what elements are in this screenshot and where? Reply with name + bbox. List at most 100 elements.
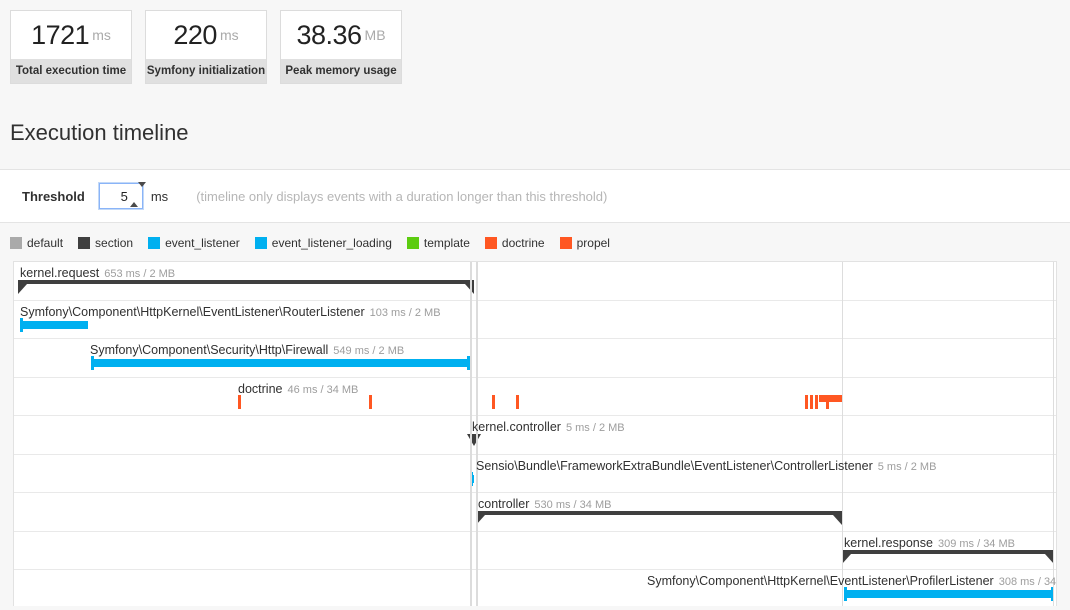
metric-unit: ms <box>219 27 239 43</box>
legend-swatch-icon <box>484 237 497 249</box>
legend-label: section <box>95 236 134 250</box>
metric-label: Symfony initialization <box>146 65 266 77</box>
timeline-row[interactable]: kernel.request 653 ms / 2 MB <box>14 262 1056 301</box>
timeline-row-meta: 5 ms / 2 MB <box>565 422 625 434</box>
timeline-row-name: Symfony\Component\HttpKernel\EventListen… <box>20 304 365 319</box>
metric-value: 38.36 <box>296 19 362 50</box>
timeline-legend: default section event_listener event_lis… <box>0 223 1070 250</box>
timeline-row-label: Symfony\Component\HttpKernel\EventListen… <box>20 305 441 319</box>
legend-swatch-icon <box>148 237 161 249</box>
timeline-doctrine-tick[interactable] <box>810 394 813 409</box>
legend-label: propel <box>576 236 610 250</box>
threshold-field <box>97 182 146 210</box>
timeline-bar-event-listener[interactable] <box>91 356 470 370</box>
metric-value: 220 <box>173 19 217 50</box>
timeline-row-meta: 653 ms / 2 MB <box>104 268 176 280</box>
legend-swatch-icon <box>559 237 572 249</box>
timeline-row-meta: 46 ms / 34 MB <box>287 383 359 396</box>
metric-unit: ms <box>92 27 111 43</box>
timeline-ruler-line <box>842 262 843 606</box>
timeline-row-label: Sensio\Bundle\FrameworkExtraBundle\Event… <box>476 459 936 473</box>
timeline-row-name: Symfony\Component\Security\Http\Firewall <box>90 343 329 357</box>
metric-card-symfony-initialization: 220 ms Symfony initialization <box>145 10 267 84</box>
timeline-doctrine-tick[interactable] <box>369 394 372 409</box>
metric-card-peak-memory-usage: 38.36 MB Peak memory usage <box>280 10 402 84</box>
timeline-row[interactable]: doctrine 46 ms / 34 MB <box>14 378 1056 416</box>
timeline-row-name: Sensio\Bundle\FrameworkExtraBundle\Event… <box>476 458 873 473</box>
legend-item-section: section <box>78 236 133 250</box>
metric-card-total-execution-time: 1721 ms Total execution time <box>10 10 132 84</box>
timeline-doctrine-tick[interactable] <box>826 394 829 409</box>
legend-label: default <box>27 236 64 250</box>
timeline-row-meta: 309 ms / 34 MB <box>937 537 1015 550</box>
execution-timeline[interactable]: kernel.request 653 ms / 2 MB Symfony\Comp… <box>13 261 1057 606</box>
bar-brace-top <box>842 549 1054 554</box>
timeline-row-meta: 530 ms / 34 MB <box>534 499 612 511</box>
bar-brace-top <box>18 280 474 284</box>
bar-endcap-left <box>91 356 94 370</box>
timeline-row[interactable]: Sensio\Bundle\FrameworkExtraBundle\Event… <box>14 455 1056 493</box>
legend-item-event-listener-loading: event_listener_loading <box>254 236 392 250</box>
timeline-bar-section[interactable] <box>842 549 1054 566</box>
page-title: Execution timeline <box>10 120 189 145</box>
bar-cap-left <box>18 284 27 294</box>
threshold-input[interactable] <box>97 182 144 210</box>
timeline-doctrine-tick[interactable] <box>516 394 519 409</box>
metrics-summary: 1721 ms Total execution time 220 ms Symf… <box>0 0 1070 84</box>
timeline-doctrine-tick[interactable] <box>238 394 241 409</box>
timeline-row-label: kernel.request 653 ms / 2 MB <box>20 266 175 280</box>
timeline-doctrine-tick[interactable] <box>492 394 495 409</box>
metric-value-wrap: 1721 ms <box>11 11 131 60</box>
timeline-row-name: controller <box>478 497 530 511</box>
timeline-row[interactable]: Symfony\Component\HttpKernel\EventListen… <box>14 570 1056 606</box>
timeline-row[interactable]: kernel.response 309 ms / 34 MB <box>14 532 1056 570</box>
timeline-bar-section[interactable] <box>466 434 482 450</box>
timeline-row[interactable]: Symfony\Component\Security\Http\Firewall… <box>14 339 1056 378</box>
threshold-toolbar: Threshold ms (timeline only displays eve… <box>0 169 1070 223</box>
timeline-row-meta: 308 ms / 34 MB <box>998 576 1057 588</box>
bar-endcap-left <box>844 587 847 601</box>
legend-label: doctrine <box>501 236 545 250</box>
legend-item-doctrine: doctrine <box>484 236 545 250</box>
timeline-row-name: Symfony\Component\HttpKernel\EventListen… <box>647 574 994 588</box>
legend-label: template <box>423 236 470 250</box>
legend-item-event-listener: event_listener <box>148 236 240 250</box>
timeline-bar-event-listener[interactable] <box>844 587 1054 601</box>
timeline-bar-section[interactable] <box>18 280 474 296</box>
threshold-unit: ms <box>150 188 169 204</box>
legend-swatch-icon <box>254 237 267 249</box>
timeline-row-label: kernel.response 309 ms / 34 MB <box>844 536 1015 550</box>
legend-item-template: template <box>406 236 470 250</box>
metric-label: Peak memory usage <box>285 65 397 77</box>
timeline-ruler-line <box>470 262 472 606</box>
timeline-bar-section[interactable] <box>476 511 842 527</box>
timeline-row-label: controller 530 ms / 34 MB <box>478 497 611 511</box>
bar-cap-right <box>833 515 842 525</box>
timeline-row-name: doctrine <box>238 381 283 396</box>
threshold-hint: (timeline only displays events with a du… <box>196 188 608 204</box>
timeline-ruler-line <box>1053 262 1054 606</box>
metric-label: Total execution time <box>15 65 127 77</box>
legend-item-default: default <box>10 236 63 250</box>
metric-unit: MB <box>364 27 386 43</box>
timeline-row[interactable]: Symfony\Component\HttpKernel\EventListen… <box>14 301 1056 339</box>
legend-swatch-icon <box>78 237 91 249</box>
timeline-row-name: kernel.response <box>844 535 933 550</box>
threshold-label: Threshold <box>22 188 85 204</box>
timeline-bar-event-listener[interactable] <box>20 317 88 332</box>
legend-label: event_listener <box>165 236 240 250</box>
timeline-doctrine-block[interactable] <box>819 394 843 402</box>
bar-brace-top <box>476 511 842 515</box>
legend-swatch-icon <box>10 237 22 249</box>
timeline-row-label: Symfony\Component\Security\Http\Firewall… <box>90 343 404 357</box>
timeline-row-label: Symfony\Component\HttpKernel\EventListen… <box>647 574 1057 588</box>
timeline-row[interactable]: controller 530 ms / 34 MB <box>14 493 1056 532</box>
timeline-row-label: doctrine 46 ms / 34 MB <box>238 382 358 396</box>
legend-label: event_listener_loading <box>271 236 392 250</box>
metric-value-wrap: 220 ms <box>146 11 266 60</box>
timeline-doctrine-tick[interactable] <box>815 394 818 409</box>
timeline-row[interactable]: kernel.controller 5 ms / 2 MB <box>14 416 1056 455</box>
timeline-doctrine-tick[interactable] <box>805 394 808 409</box>
legend-swatch-icon <box>406 237 419 249</box>
timeline-row-meta: 549 ms / 2 MB <box>333 345 405 357</box>
